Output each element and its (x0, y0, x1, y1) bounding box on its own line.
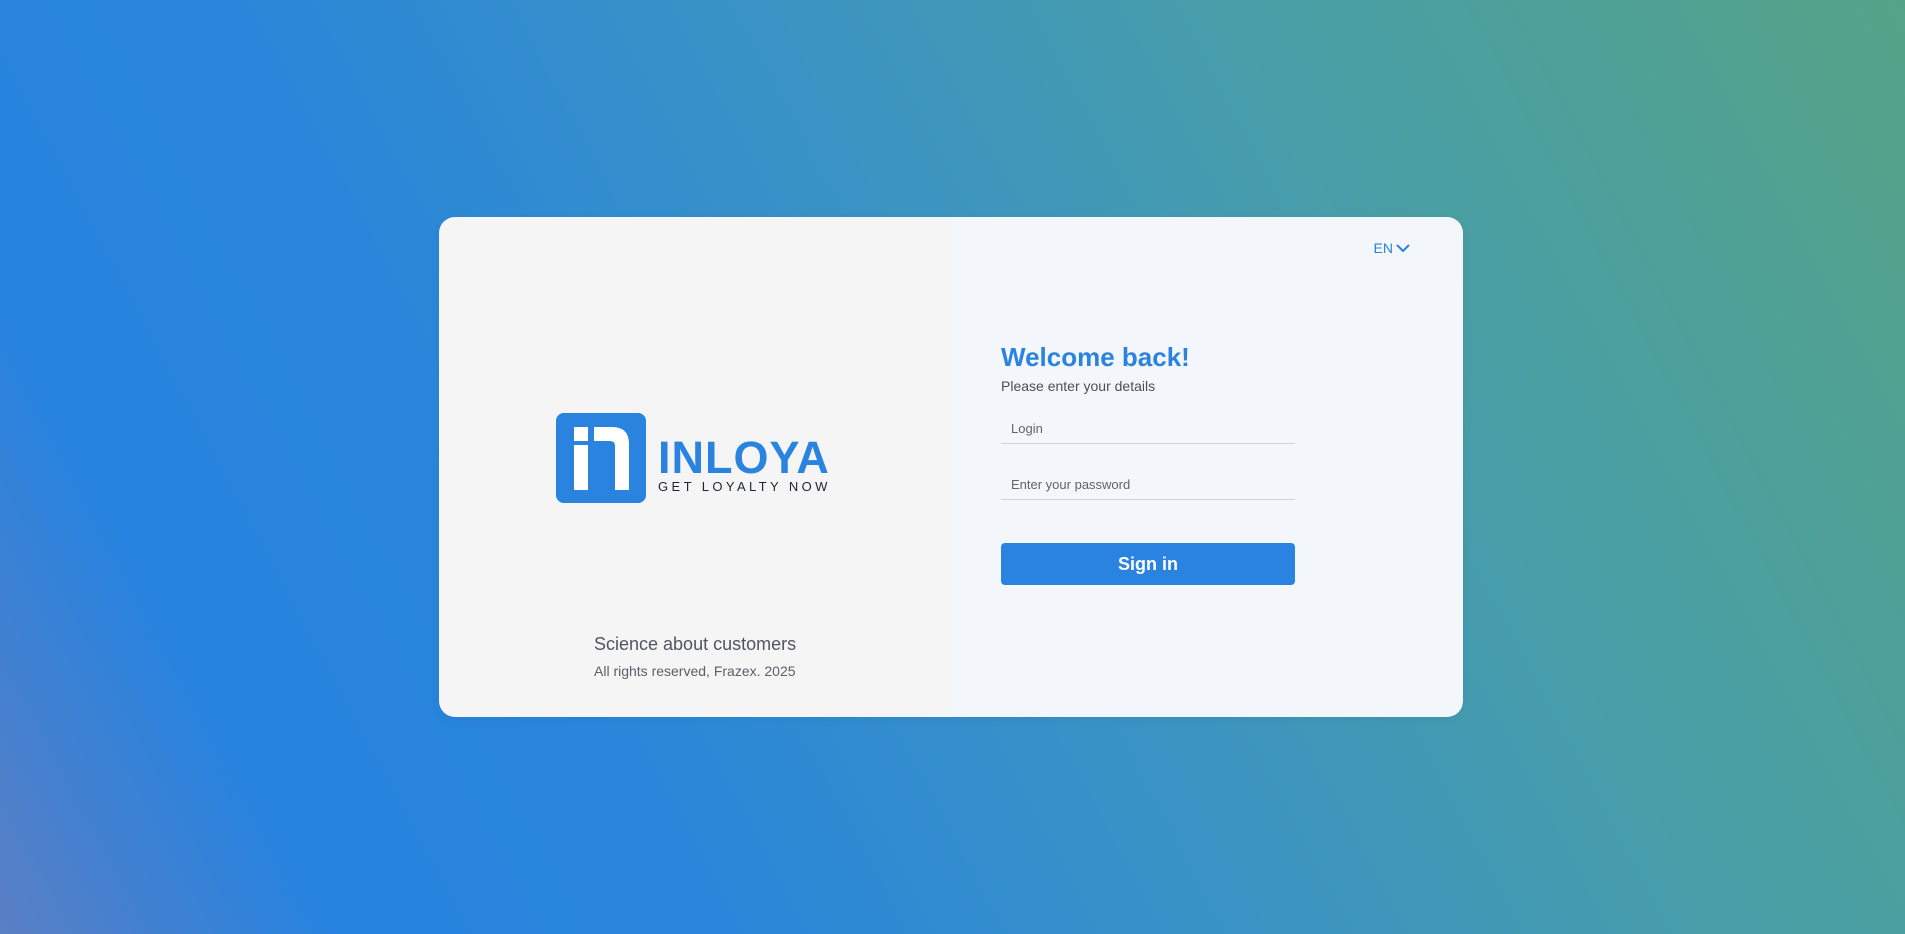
logo-wordmark: INLOYA GET LOYALTY NOW (658, 432, 831, 494)
inloya-logo: INLOYA GET LOYALTY NOW (556, 413, 831, 503)
form-subtitle: Please enter your details (1001, 378, 1156, 394)
brand-tagline: GET LOYALTY NOW (658, 479, 831, 494)
inloya-logo-mark-icon (556, 413, 646, 503)
brand-name: INLOYA (658, 432, 830, 483)
login-input[interactable] (1001, 414, 1295, 444)
login-panel: EN Welcome back! Please enter your detai… (951, 217, 1463, 717)
login-card: INLOYA GET LOYALTY NOW Science about cus… (439, 217, 1463, 717)
language-label: EN (1373, 240, 1393, 256)
password-input[interactable] (1001, 470, 1295, 500)
copyright-text: All rights reserved, Frazex. 2025 (594, 663, 796, 679)
slogan: Science about customers (594, 634, 797, 654)
sign-in-button[interactable]: Sign in (1001, 543, 1295, 585)
branding-footer: Science about customers All rights reser… (594, 633, 796, 680)
language-selector[interactable]: EN (1374, 240, 1410, 256)
welcome-heading: Welcome back! (1001, 342, 1190, 372)
branding-panel: INLOYA GET LOYALTY NOW Science about cus… (439, 217, 951, 717)
login-form: Welcome back! Please enter your details … (1001, 341, 1295, 585)
chevron-down-icon (1396, 244, 1410, 252)
